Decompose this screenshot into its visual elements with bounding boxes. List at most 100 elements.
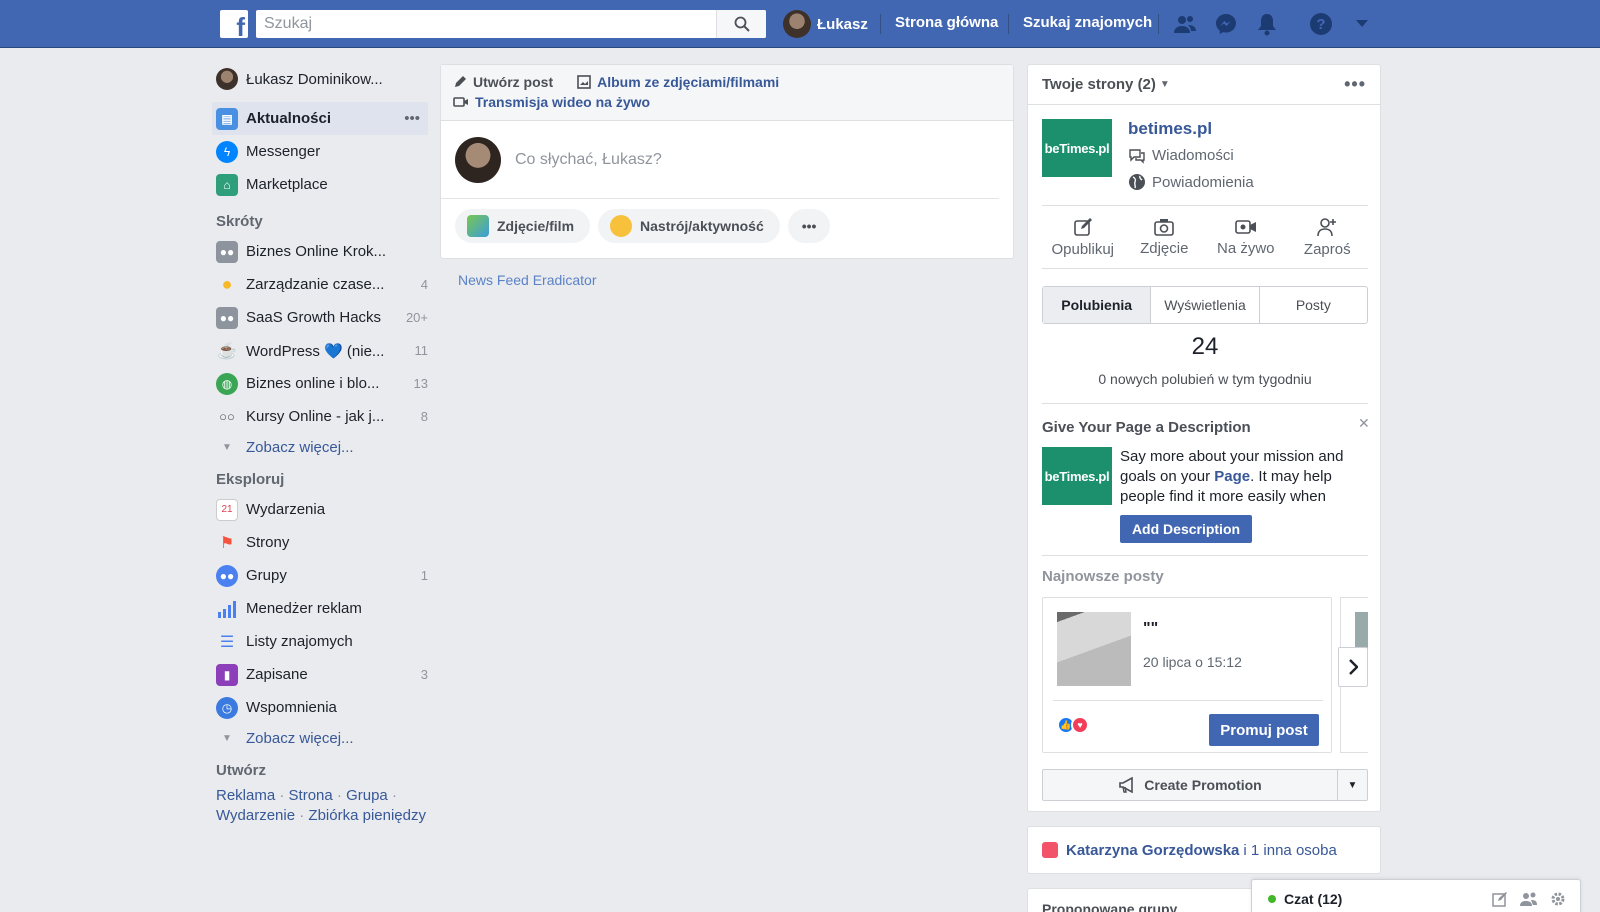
add-person-icon [1317, 217, 1337, 236]
next-arrow-icon[interactable] [1338, 647, 1368, 687]
page-notifications-link[interactable]: Powiadomienia [1128, 173, 1254, 191]
page-messages-link[interactable]: Wiadomości [1128, 147, 1234, 164]
smiley-icon [610, 215, 633, 237]
birthday-others-link[interactable]: i 1 inna osoba [1243, 842, 1336, 859]
tab-posts[interactable]: Posty [1260, 287, 1367, 323]
sidebar-item-messenger[interactable]: ϟ Messenger [216, 135, 428, 168]
publish-button[interactable]: Opublikuj [1042, 206, 1124, 268]
photo-album-tab[interactable]: Album ze zdjęciami/filmami [597, 74, 779, 90]
promote-post-button[interactable]: Promuj post [1209, 714, 1319, 746]
sidebar-item-memories[interactable]: ◷ Wspomnienia [216, 691, 428, 724]
new-message-icon[interactable] [1492, 891, 1508, 907]
coffee-cup-icon: ☕ [217, 342, 237, 360]
sidebar-item-saved[interactable]: ▮ Zapisane 3 [216, 658, 428, 691]
avatar [455, 136, 501, 183]
birthday-person-link[interactable]: Katarzyna Gorzędowska [1066, 842, 1239, 859]
help-icon[interactable]: ? [1309, 12, 1333, 36]
facebook-logo[interactable]: f [220, 10, 248, 40]
photo-button[interactable]: Zdjęcie [1124, 206, 1206, 268]
chat-bar[interactable]: Czat (12) [1251, 879, 1581, 912]
search-icon [734, 16, 750, 32]
group-icon: ●● [216, 306, 238, 329]
create-fundraiser-link[interactable]: Zbiórka pieniędzy [308, 807, 426, 824]
shortcut-item[interactable]: ☕ WordPress 💙 (nie... 11 [216, 334, 428, 367]
compose-icon [1073, 217, 1092, 236]
shortcut-item[interactable]: ●● SaaS Growth Hacks 20+ [216, 301, 428, 334]
nav-divider [1008, 14, 1009, 34]
online-status-icon [1268, 895, 1276, 903]
shortcuts-see-more[interactable]: ▼ Zobacz więcej... [216, 433, 428, 461]
chat-bubbles-icon [1129, 148, 1145, 164]
gear-icon[interactable] [1550, 891, 1566, 907]
explore-see-more[interactable]: ▼ Zobacz więcej... [216, 724, 428, 752]
notifications-icon[interactable] [1255, 12, 1279, 36]
shortcut-item[interactable]: ● Zarządzanie czase... 4 [216, 268, 428, 301]
live-button[interactable]: Na żywo [1205, 206, 1287, 268]
home-link[interactable]: Strona główna [895, 14, 998, 31]
tab-views[interactable]: Wyświetlenia [1151, 287, 1260, 323]
nav-divider [1158, 14, 1159, 34]
sidebar-item-news-feed[interactable]: ▤ Aktualności ••• [212, 102, 428, 135]
likes-subtitle: 0 nowych polubień w tym tygodniu [1098, 371, 1312, 387]
chevron-down-icon[interactable] [1350, 12, 1374, 36]
pages-header: Twoje strony (2) ▼ ••• [1028, 65, 1380, 105]
flag-icon: ⚑ [219, 534, 235, 552]
news-feed-icon: ▤ [216, 107, 238, 130]
tab-likes[interactable]: Polubienia [1043, 287, 1152, 323]
post-text: "" [1143, 620, 1159, 637]
pencil-icon [455, 76, 466, 87]
composer-input-area[interactable]: Co słychać, Łukasz? [441, 121, 999, 199]
sidebar-item-ads-manager[interactable]: Menedżer reklam [216, 592, 428, 625]
profile-link[interactable]: Łukasz [783, 10, 868, 38]
create-links: Reklama · Strona · Grupa · Wydarzenie · … [216, 787, 426, 824]
pages-title[interactable]: Twoje strony (2) [1042, 76, 1156, 93]
page-logo[interactable]: beTimes.pl [1042, 119, 1112, 177]
reactions[interactable]: 👍 ♥ [1057, 716, 1089, 734]
create-event-link[interactable]: Wydarzenie [216, 807, 295, 824]
create-page-link[interactable]: Strona [289, 787, 333, 804]
find-friends-link[interactable]: Szukaj znajomych [1023, 14, 1152, 31]
search-input[interactable] [256, 10, 716, 38]
post-thumbnail[interactable] [1057, 612, 1131, 686]
group-icon: ●● [216, 240, 238, 263]
divider [1042, 555, 1368, 556]
post-card[interactable]: "" 20 lipca o 15:12 👍 ♥ Promuj post [1042, 597, 1332, 753]
feeling-activity-button[interactable]: Nastrój/aktywność [598, 209, 780, 243]
sidebar-item-marketplace[interactable]: ⌂ Marketplace [216, 168, 428, 201]
create-group-link[interactable]: Grupa [346, 787, 388, 804]
search-button[interactable] [716, 10, 766, 38]
composer-placeholder[interactable]: Co słychać, Łukasz? [515, 151, 662, 169]
news-feed-eradicator-link[interactable]: News Feed Eradicator [458, 272, 597, 288]
more-options-icon[interactable]: ••• [404, 110, 420, 127]
chevron-down-icon[interactable]: ▼ [1337, 770, 1367, 800]
sidebar-item-events[interactable]: 21 Wydarzenia [216, 493, 428, 526]
page-name-link[interactable]: betimes.pl [1128, 119, 1212, 139]
photo-video-button[interactable]: Zdjęcie/film [455, 209, 591, 243]
messenger-icon: ϟ [216, 140, 238, 163]
shortcut-item[interactable]: ◍ Biznes online i blo... 13 [216, 367, 428, 400]
shortcut-item[interactable]: ●● Biznes Online Krok... [216, 235, 428, 268]
friends-icon[interactable] [1520, 891, 1538, 907]
megaphone-icon [1119, 777, 1134, 793]
composer-header: Utwórz post Album ze zdjęciami/filmami T… [441, 65, 1013, 121]
sidebar-item-pages[interactable]: ⚑ Strony [216, 526, 428, 559]
messenger-icon[interactable] [1214, 12, 1238, 36]
shortcut-item[interactable]: ○○ Kursy Online - jak j... 8 [216, 400, 428, 433]
create-promotion-button[interactable]: Create Promotion [1043, 770, 1337, 800]
sidebar-item-groups[interactable]: ●● Grupy 1 [216, 559, 428, 592]
create-post-tab[interactable]: Utwórz post [473, 74, 553, 90]
chevron-down-icon: ▼ [222, 732, 232, 744]
create-ad-link[interactable]: Reklama [216, 787, 275, 804]
chevron-down-icon[interactable]: ▼ [1160, 79, 1170, 90]
friend-list-icon: ☰ [219, 633, 235, 651]
more-options-icon[interactable]: ••• [1344, 74, 1366, 95]
live-video-tab[interactable]: Transmisja wideo na żywo [475, 94, 650, 110]
create-heading: Utwórz [216, 762, 266, 779]
more-options-button[interactable]: ••• [787, 209, 831, 243]
add-description-button[interactable]: Add Description [1120, 515, 1252, 543]
friends-icon[interactable] [1173, 12, 1197, 36]
close-icon[interactable]: ✕ [1358, 415, 1370, 432]
sidebar-user[interactable]: Łukasz Dominikow... [216, 62, 428, 96]
sidebar-item-friend-lists[interactable]: ☰ Listy znajomych [216, 625, 428, 658]
invite-button[interactable]: Zaproś [1287, 206, 1369, 268]
